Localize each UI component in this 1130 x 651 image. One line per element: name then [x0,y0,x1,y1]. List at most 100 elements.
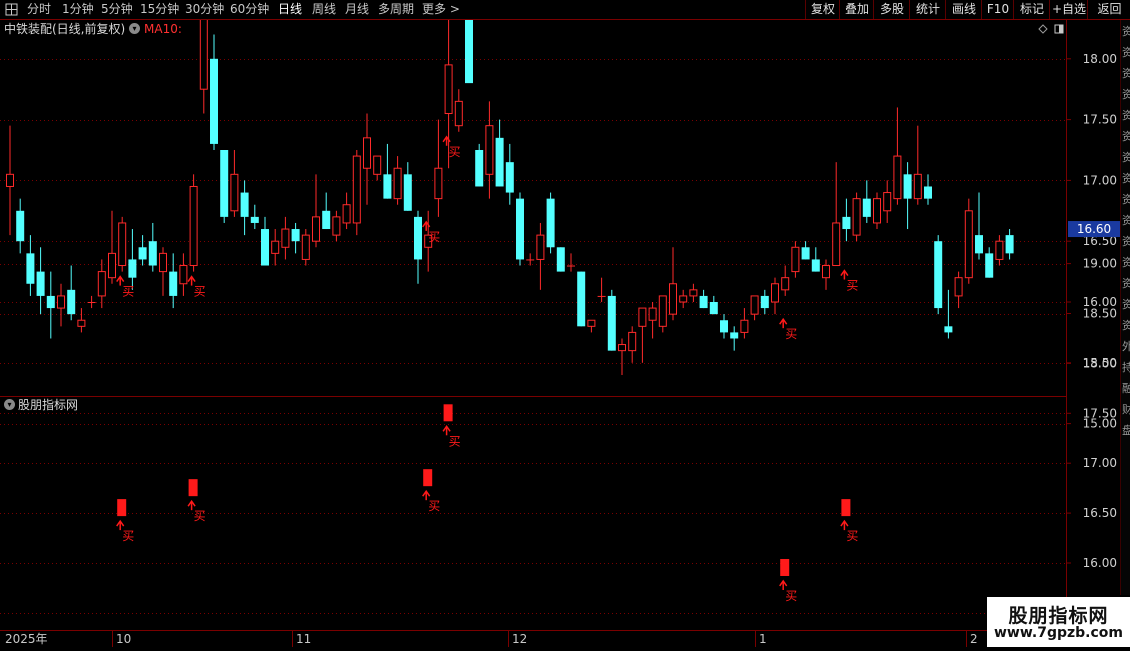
candle[interactable] [679,289,688,309]
period-tab-1[interactable]: 1分钟 [62,1,94,18]
tool-button-8[interactable]: 返回 [1087,0,1130,19]
candle[interactable] [709,295,718,315]
candle[interactable] [403,162,412,211]
candle[interactable] [597,277,606,302]
candle[interactable] [924,174,932,205]
candle[interactable] [750,295,759,321]
candle[interactable] [230,150,239,217]
period-tab-4[interactable]: 30分钟 [185,1,224,18]
candle[interactable] [16,198,25,254]
candle[interactable] [607,289,616,351]
candle[interactable] [771,277,779,315]
candle[interactable] [791,241,800,278]
candle[interactable] [536,222,545,290]
candle[interactable] [108,210,116,284]
candle[interactable] [628,326,637,363]
candle[interactable] [57,283,65,327]
candle[interactable] [852,192,861,242]
tool-button-3[interactable]: 统计 [909,0,946,19]
candle[interactable] [6,125,14,236]
right-info-strip[interactable]: 资资资资资资资资资资资资资资资外持融财盘 [1120,20,1130,595]
candle[interactable] [281,216,290,260]
diamond-icon[interactable] [1038,24,1048,34]
kline-chart[interactable]: 买买买买买买 买买买买买买 20.0019.5019.0018.5018.001… [0,0,1130,650]
candle[interactable] [730,326,739,351]
candle[interactable] [138,235,147,266]
candle[interactable] [373,155,382,181]
candle[interactable] [811,247,820,272]
tool-button-4[interactable]: 画线 [945,0,982,19]
candle[interactable] [689,283,698,302]
candle[interactable] [332,210,341,242]
candle[interactable] [67,265,76,321]
candle[interactable] [128,229,137,290]
candle[interactable] [648,302,657,339]
candle[interactable] [760,289,769,315]
candle[interactable] [159,247,167,296]
candle[interactable] [913,125,922,205]
candle[interactable] [485,101,494,199]
candle[interactable] [475,143,484,187]
candle[interactable] [414,210,422,284]
candle[interactable] [618,338,626,375]
tool-button-2[interactable]: 多股 [873,0,910,19]
candle[interactable] [781,265,790,296]
period-tab-6[interactable]: 日线 [278,1,302,18]
candle[interactable] [526,253,535,266]
candle[interactable] [1005,229,1014,260]
candle[interactable] [148,222,157,272]
candle[interactable] [964,198,973,284]
candle[interactable] [842,198,851,242]
candle[interactable] [699,289,708,309]
candle[interactable] [97,259,106,309]
candle[interactable] [638,307,647,363]
candle[interactable] [546,192,555,254]
period-tab-2[interactable]: 5分钟 [101,1,133,18]
indicator-menu-icon[interactable]: ▾ [129,23,140,34]
candle[interactable] [587,319,596,333]
candle[interactable] [189,174,198,272]
period-tab-10[interactable]: 更多 > [422,1,460,18]
candle[interactable] [87,295,96,309]
tool-button-0[interactable]: 复权 [805,0,840,19]
candle[interactable] [169,253,178,309]
candle[interactable] [903,162,912,230]
candle[interactable] [495,119,504,187]
tool-button-6[interactable]: 标记 [1013,0,1050,19]
candle[interactable] [77,308,86,333]
candle[interactable] [740,308,749,339]
candle[interactable] [271,229,280,266]
candle[interactable] [26,235,35,296]
candle[interactable] [342,192,351,230]
candle[interactable] [220,150,229,223]
sub-indicator-menu-icon[interactable]: ▾ [4,399,15,410]
period-tab-8[interactable]: 月线 [345,1,369,18]
candle[interactable] [352,150,361,236]
candle[interactable] [995,235,1004,266]
candle[interactable] [801,241,810,260]
period-tab-3[interactable]: 15分钟 [140,1,179,18]
candle[interactable] [516,192,524,266]
candle[interactable] [669,247,677,321]
candle[interactable] [567,253,575,272]
candle[interactable] [210,34,218,150]
candle[interactable] [250,204,259,230]
candle[interactable] [312,174,320,248]
candle[interactable] [720,314,728,339]
candle[interactable] [934,235,943,315]
candle[interactable] [893,107,902,205]
candle[interactable] [179,253,188,296]
candle[interactable] [454,89,463,132]
candle[interactable] [261,216,269,266]
candle[interactable] [883,180,892,223]
candle[interactable] [363,113,371,205]
candle[interactable] [505,143,514,205]
candle[interactable] [322,192,331,230]
candle[interactable] [291,222,300,254]
candle[interactable] [383,143,392,199]
candle[interactable] [301,229,310,266]
candle[interactable] [36,247,45,315]
period-tab-9[interactable]: 多周期 [378,1,414,18]
candle[interactable] [434,119,443,217]
candle[interactable] [832,162,841,267]
